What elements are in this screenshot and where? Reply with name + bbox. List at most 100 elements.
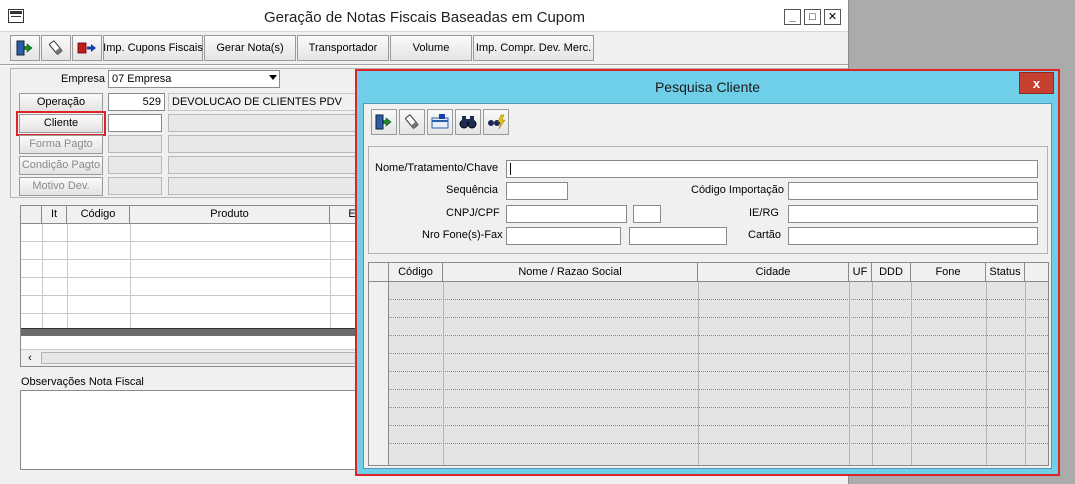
- grid-line: [986, 282, 987, 465]
- grid-line: [911, 282, 912, 465]
- empresa-select[interactable]: 07 Empresa: [108, 70, 280, 88]
- forma-pagto-code-field: [108, 135, 162, 153]
- row-indicator-header: [369, 263, 389, 282]
- empresa-value: 07 Empresa: [112, 73, 172, 85]
- col-uf[interactable]: UF: [849, 263, 872, 282]
- dialog-search-button[interactable]: [455, 109, 481, 135]
- empresa-label: Empresa: [61, 73, 106, 85]
- eraser-icon: [405, 114, 419, 129]
- table-row[interactable]: [21, 278, 369, 296]
- table-row[interactable]: [389, 389, 1048, 390]
- horizontal-scrollbar[interactable]: ‹: [21, 349, 369, 366]
- import-return-receipt-button[interactable]: Imp. Compr. Dev. Merc.: [473, 35, 594, 61]
- table-row[interactable]: [389, 425, 1048, 426]
- search-lightning-icon: [488, 114, 506, 130]
- import-coupons-button[interactable]: Imp. Cupons Fiscais: [103, 35, 203, 61]
- table-row[interactable]: [21, 242, 369, 260]
- col-codigo[interactable]: Código: [67, 206, 130, 224]
- table-row[interactable]: [389, 371, 1048, 372]
- table-row[interactable]: [389, 407, 1048, 408]
- table-row[interactable]: [21, 224, 369, 242]
- row-indicator-column: [369, 282, 389, 465]
- volume-button[interactable]: Volume: [390, 35, 472, 61]
- col-produto[interactable]: Produto: [130, 206, 330, 224]
- col-codigo[interactable]: Código: [389, 263, 443, 282]
- clear-button[interactable]: [41, 35, 71, 61]
- col-fone[interactable]: Fone: [911, 263, 986, 282]
- table-row[interactable]: [389, 353, 1048, 354]
- table-row[interactable]: [389, 299, 1048, 300]
- scroll-left-icon[interactable]: ‹: [23, 352, 37, 364]
- eraser-icon: [49, 40, 63, 55]
- dialog-advanced-search-button[interactable]: [483, 109, 509, 135]
- operacao-button[interactable]: Operação: [19, 93, 103, 112]
- fax-input[interactable]: [629, 227, 727, 245]
- minimize-button[interactable]: _: [784, 9, 801, 25]
- table-row[interactable]: [389, 443, 1048, 444]
- pesquisa-cliente-dialog: Pesquisa Cliente x Nome/Tratamento/Chave…: [355, 69, 1060, 476]
- dialog-close-button[interactable]: x: [1019, 72, 1054, 94]
- nome-input[interactable]: [506, 160, 1038, 178]
- forma-pagto-button[interactable]: Forma Pagto: [19, 135, 103, 154]
- main-window-title: Geração de Notas Fiscais Baseadas em Cup…: [264, 9, 585, 26]
- dialog-clear-button[interactable]: [399, 109, 425, 135]
- card-icon: [431, 114, 449, 129]
- nome-label: Nome/Tratamento/Chave: [375, 162, 499, 174]
- table-row[interactable]: [389, 317, 1048, 318]
- sequencia-input[interactable]: [506, 182, 568, 200]
- items-grid[interactable]: It Código Produto E ‹: [20, 205, 370, 367]
- grid-line: [443, 282, 444, 465]
- cliente-code-field[interactable]: [108, 114, 162, 132]
- table-row[interactable]: [389, 335, 1048, 336]
- observacoes-textarea[interactable]: [20, 390, 370, 470]
- close-button[interactable]: ✕: [824, 9, 841, 25]
- exit-button[interactable]: [10, 35, 40, 61]
- results-grid-body[interactable]: [389, 282, 1048, 465]
- cliente-button[interactable]: Cliente: [16, 111, 106, 136]
- col-cidade[interactable]: Cidade: [698, 263, 849, 282]
- col-it[interactable]: It: [42, 206, 67, 224]
- motivo-dev-code-field: [108, 177, 162, 195]
- col-ddd[interactable]: DDD: [872, 263, 911, 282]
- cliente-name-field: [168, 114, 368, 132]
- codigo-importacao-input[interactable]: [788, 182, 1038, 200]
- condicao-pagto-button[interactable]: Condição Pagto: [19, 156, 103, 175]
- col-nome-razao-social[interactable]: Nome / Razao Social: [443, 263, 698, 282]
- fone-input[interactable]: [506, 227, 621, 245]
- chevron-down-icon: [269, 75, 277, 80]
- cnpj-label: CNPJ/CPF: [446, 207, 500, 219]
- grid-separator-band: [21, 328, 369, 336]
- col-status[interactable]: Status: [986, 263, 1025, 282]
- cnpj-input[interactable]: [506, 205, 627, 223]
- grid-line: [872, 282, 873, 465]
- table-row[interactable]: [21, 296, 369, 314]
- ie-label: IE/RG: [749, 207, 779, 219]
- operacao-code-field[interactable]: 529: [108, 93, 165, 111]
- sequencia-label: Sequência: [446, 184, 498, 196]
- motivo-dev-button[interactable]: Motivo Dev.: [19, 177, 103, 196]
- dialog-toolbar: [371, 109, 509, 135]
- ie-input[interactable]: [788, 205, 1038, 223]
- fone-label: Nro Fone(s)-Fax: [422, 229, 503, 241]
- forma-pagto-desc-field: [168, 135, 368, 153]
- row-indicator-header: [21, 206, 42, 224]
- toolbar-divider: [0, 64, 848, 66]
- cartao-input[interactable]: [788, 227, 1038, 245]
- scrollbar-thumb[interactable]: [41, 352, 369, 364]
- table-row[interactable]: [21, 260, 369, 278]
- generate-invoices-button[interactable]: Gerar Nota(s): [204, 35, 296, 61]
- main-titlebar: Geração de Notas Fiscais Baseadas em Cup…: [0, 0, 848, 32]
- dialog-card-button[interactable]: [427, 109, 453, 135]
- dialog-exit-button[interactable]: [371, 109, 397, 135]
- operacao-description-field: DEVOLUCAO DE CLIENTES PDV: [168, 93, 368, 111]
- cartao-label: Cartão: [748, 229, 782, 241]
- maximize-button[interactable]: □: [804, 9, 821, 25]
- exit-door-icon: [16, 40, 33, 56]
- cnpj-digit-input[interactable]: [633, 205, 661, 223]
- exit-arrow-button[interactable]: [72, 35, 102, 61]
- carrier-button[interactable]: Transportador: [297, 35, 389, 61]
- dialog-title: Pesquisa Cliente: [654, 79, 761, 95]
- results-grid[interactable]: Código Nome / Razao Social Cidade UF DDD…: [368, 262, 1049, 466]
- condicao-pagto-desc-field: [168, 156, 368, 174]
- motivo-dev-desc-field: [168, 177, 368, 195]
